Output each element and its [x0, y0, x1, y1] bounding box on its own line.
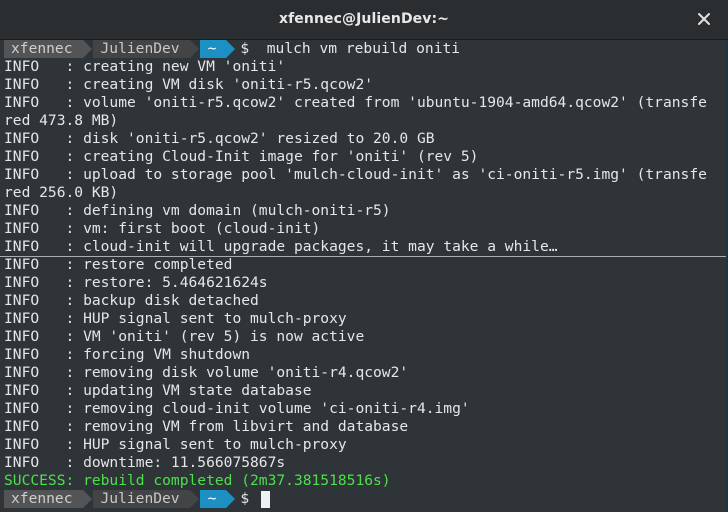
output-line: INFO : forcing VM shutdown: [4, 346, 251, 363]
prompt-line-top: xfennec JulienDev ~ $ mulch vm rebuild o…: [4, 40, 728, 58]
output-line: INFO : VM 'oniti' (rev 5) is now active: [4, 328, 365, 345]
output-line: INFO : removing VM from libvirt and data…: [4, 418, 409, 435]
output-line: INFO : HUP signal sent to mulch-proxy: [4, 436, 347, 453]
output-line: INFO : restore completed: [4, 256, 233, 273]
output-line: INFO : defining vm domain (mulch-oniti-r…: [4, 202, 391, 219]
output-lower: INFO : restore completed INFO : restore: …: [4, 256, 728, 472]
output-line: INFO : volume 'oniti-r5.qcow2' created f…: [4, 94, 707, 111]
output-line: INFO : vm: first boot (cloud-init): [4, 220, 321, 237]
output-line: INFO : disk 'oniti-r5.qcow2' resized to …: [4, 130, 435, 147]
output-line: red 256.0 KB): [4, 184, 119, 201]
scroll-divider: [0, 256, 728, 257]
output-line: INFO : downtime: 11.566075867s: [4, 454, 286, 471]
output-line: red 473.8 MB): [4, 112, 119, 129]
output-line: INFO : restore: 5.464621624s: [4, 274, 268, 291]
success-line: SUCCESS: rebuild completed (2m37.3815185…: [4, 472, 391, 489]
close-icon: [698, 13, 710, 25]
output-line: INFO : removing cloud-init volume 'ci-on…: [4, 400, 470, 417]
prompt-host: JulienDev: [92, 40, 199, 58]
output-line: INFO : cloud-init will upgrade packages,…: [4, 238, 558, 255]
output-line: INFO : updating VM state database: [4, 382, 312, 399]
prompt-dir: ~: [199, 490, 236, 508]
output-upper: INFO : creating new VM 'oniti' INFO : cre…: [4, 58, 728, 256]
prompt-user: xfennec: [4, 40, 91, 58]
prompt-dir: ~: [199, 40, 236, 58]
close-button[interactable]: [694, 9, 714, 29]
output-line: INFO : HUP signal sent to mulch-proxy: [4, 310, 347, 327]
output-line: INFO : creating Cloud-Init image for 'on…: [4, 148, 479, 165]
output-line: INFO : removing disk volume 'oniti-r4.qc…: [4, 364, 409, 381]
prompt-line-bottom[interactable]: xfennec JulienDev ~ $: [4, 490, 728, 508]
prompt-command: mulch vm rebuild oniti: [249, 40, 461, 57]
window-title: xfennec@JulienDev:~: [278, 11, 450, 27]
title-bar[interactable]: xfennec@JulienDev:~: [0, 0, 728, 40]
prompt-host: JulienDev: [92, 490, 199, 508]
terminal-window: xfennec@JulienDev:~ xfennec JulienDev ~ …: [0, 0, 728, 512]
prompt-symbol: $: [240, 490, 250, 507]
text-cursor: [261, 490, 271, 508]
prompt-symbol: $: [240, 40, 250, 57]
prompt-user: xfennec: [4, 490, 91, 508]
output-line: INFO : backup disk detached: [4, 292, 259, 309]
terminal-output[interactable]: xfennec JulienDev ~ $ mulch vm rebuild o…: [0, 40, 728, 512]
output-line: INFO : creating VM disk 'oniti-r5.qcow2': [4, 76, 374, 93]
output-line: INFO : creating new VM 'oniti': [4, 58, 286, 75]
output-line: INFO : upload to storage pool 'mulch-clo…: [4, 166, 707, 183]
